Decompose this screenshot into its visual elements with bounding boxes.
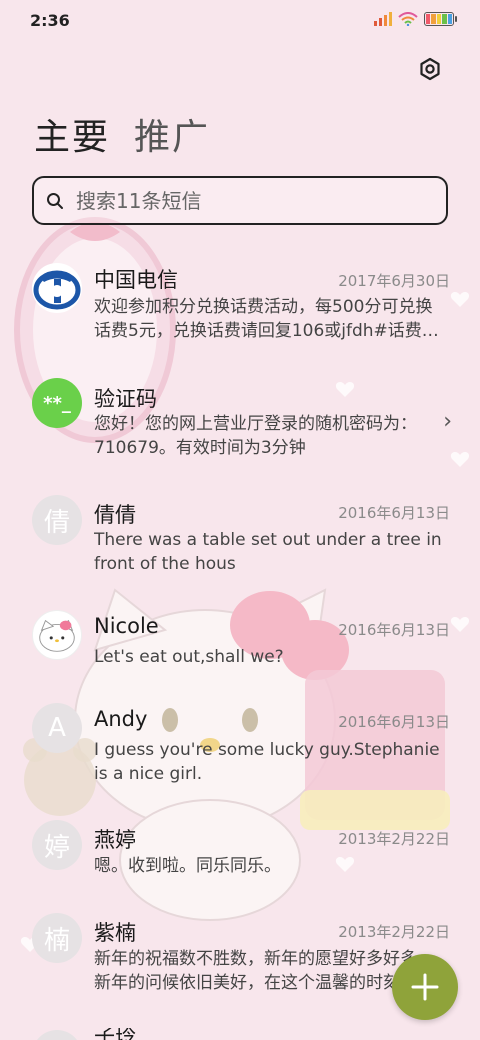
message-date: 2016年6月13日 <box>338 621 450 639</box>
contact-name: Nicole <box>94 614 159 638</box>
message-date: 2016年6月13日 <box>338 504 450 522</box>
settings-button[interactable] <box>414 53 446 85</box>
contact-name: 中国电信 <box>94 268 178 292</box>
tab-bar: 主要 推广 <box>34 108 210 160</box>
contact-name: 验证码 <box>94 387 157 411</box>
message-date: 2016年6月13日 <box>338 713 450 731</box>
message-date: 2017年6月30日 <box>338 272 450 290</box>
contact-avatar: 倩 <box>32 495 82 545</box>
verification-avatar: **_ <box>32 378 82 428</box>
avatar-letter: 婷 <box>43 832 70 863</box>
status-time: 2:36 <box>30 11 70 30</box>
contact-name: Andy <box>94 707 148 731</box>
message-date: 2013年2月22日 <box>338 830 450 848</box>
message-item-andy[interactable]: A Andy 2016年6月13日 I guess you're some lu… <box>0 703 480 803</box>
message-preview: 欢迎参加积分兑换话费活动，每500分可兑换话费5元，兑换话费请回复106或jfd… <box>94 297 439 341</box>
verification-avatar-text: **_ <box>43 392 71 414</box>
message-item-nicole[interactable]: Nicole 2016年6月13日 Let's eat out,shall we… <box>0 610 480 690</box>
message-date: 2013年2月22日 <box>338 923 450 941</box>
contact-name: 倩倩 <box>94 503 136 527</box>
china-telecom-logo-icon <box>33 264 81 312</box>
message-preview: Let's eat out,shall we? <box>94 647 284 667</box>
search-bar[interactable] <box>32 176 448 225</box>
tab-promotions[interactable]: 推广 <box>134 108 210 160</box>
gear-icon <box>420 57 440 81</box>
contact-avatar: 玲 <box>32 1030 82 1040</box>
contact-name: 燕婷 <box>94 828 136 852</box>
contact-name: 子玲 <box>94 1028 136 1040</box>
message-preview: 您好！您的网上营业厅登录的随机密码为：710679。有效时间为3分钟 <box>94 414 417 458</box>
chevron-right-icon[interactable]: › <box>443 409 452 434</box>
hello-kitty-avatar <box>32 610 82 660</box>
message-preview: I guess you're some lucky guy.Stephanie … <box>94 740 440 784</box>
message-preview: 嗯。收到啦。同乐同乐。 <box>94 856 281 876</box>
battery-icon <box>424 12 457 26</box>
status-bar: 2:36 <box>0 0 480 40</box>
avatar-letter: 楠 <box>43 925 70 956</box>
wifi-icon <box>398 12 418 26</box>
avatar-letter: A <box>48 713 66 743</box>
message-item-yanting[interactable]: 婷 燕婷 2013年2月22日 嗯。收到啦。同乐同乐。 <box>0 820 480 900</box>
search-icon <box>47 192 63 209</box>
contact-name: 紫楠 <box>94 921 136 945</box>
contact-avatar: 婷 <box>32 820 82 870</box>
hello-kitty-icon <box>39 619 75 652</box>
contact-avatar: A <box>32 703 82 753</box>
signal-icon <box>374 12 392 26</box>
avatar-letter: 玲 <box>44 1037 70 1040</box>
message-item-verification[interactable]: **_ 验证码 您好！您的网上营业厅登录的随机密码为：710679。有效时间为3… <box>0 375 480 475</box>
message-item-qianqian[interactable]: 倩 倩倩 2016年6月13日 There was a table set ou… <box>0 495 480 595</box>
status-icons <box>374 12 457 26</box>
new-message-button[interactable] <box>392 954 458 1020</box>
message-preview: There was a table set out under a tree i… <box>94 530 442 574</box>
plus-icon <box>411 973 439 1001</box>
tab-primary[interactable]: 主要 <box>34 108 110 160</box>
search-input[interactable] <box>76 188 406 213</box>
message-item-ziling[interactable]: 玲 子玲 <box>0 1028 480 1040</box>
contact-avatar: 楠 <box>32 913 82 963</box>
avatar-letter: 倩 <box>43 507 70 538</box>
china-telecom-logo-avatar <box>32 263 82 313</box>
message-item-china-telecom[interactable]: 中国电信 2017年6月30日 欢迎参加积分兑换话费活动，每500分可兑换话费5… <box>0 260 480 360</box>
